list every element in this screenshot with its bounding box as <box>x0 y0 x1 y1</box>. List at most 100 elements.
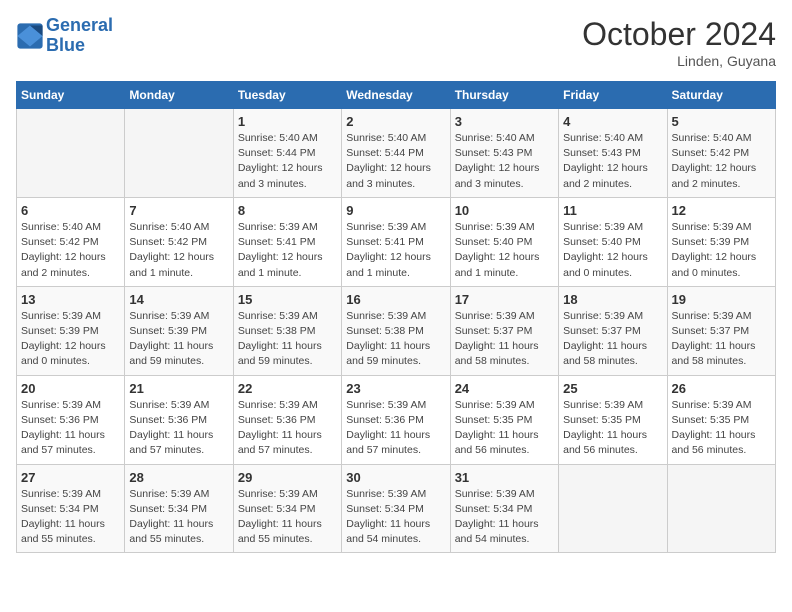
day-detail: Sunrise: 5:40 AM Sunset: 5:42 PM Dayligh… <box>672 131 771 192</box>
weekday-header-monday: Monday <box>125 82 233 109</box>
day-detail: Sunrise: 5:39 AM Sunset: 5:36 PM Dayligh… <box>129 398 228 459</box>
calendar-cell: 14 Sunrise: 5:39 AM Sunset: 5:39 PM Dayli… <box>125 286 233 375</box>
day-detail: Sunrise: 5:39 AM Sunset: 5:41 PM Dayligh… <box>346 220 445 281</box>
weekday-header-friday: Friday <box>559 82 667 109</box>
calendar-cell: 17 Sunrise: 5:39 AM Sunset: 5:37 PM Dayli… <box>450 286 558 375</box>
day-number: 26 <box>672 381 771 396</box>
day-detail: Sunrise: 5:39 AM Sunset: 5:34 PM Dayligh… <box>129 487 228 548</box>
day-number: 3 <box>455 114 554 129</box>
day-detail: Sunrise: 5:39 AM Sunset: 5:37 PM Dayligh… <box>672 309 771 370</box>
day-detail: Sunrise: 5:39 AM Sunset: 5:34 PM Dayligh… <box>21 487 120 548</box>
day-detail: Sunrise: 5:39 AM Sunset: 5:35 PM Dayligh… <box>563 398 662 459</box>
calendar-body: 1 Sunrise: 5:40 AM Sunset: 5:44 PM Daylig… <box>17 109 776 553</box>
day-number: 24 <box>455 381 554 396</box>
day-number: 23 <box>346 381 445 396</box>
calendar-cell: 15 Sunrise: 5:39 AM Sunset: 5:38 PM Dayli… <box>233 286 341 375</box>
calendar-week-2: 13 Sunrise: 5:39 AM Sunset: 5:39 PM Dayli… <box>17 286 776 375</box>
calendar-cell: 10Sunrise: 5:39 AM Sunset: 5:40 PM Dayli… <box>450 197 558 286</box>
day-detail: Sunrise: 5:39 AM Sunset: 5:35 PM Dayligh… <box>455 398 554 459</box>
calendar-cell: 16Sunrise: 5:39 AM Sunset: 5:38 PM Dayli… <box>342 286 450 375</box>
day-detail: Sunrise: 5:40 AM Sunset: 5:44 PM Dayligh… <box>346 131 445 192</box>
day-number: 13 <box>21 292 120 307</box>
day-number: 2 <box>346 114 445 129</box>
day-detail: Sunrise: 5:39 AM Sunset: 5:34 PM Dayligh… <box>455 487 554 548</box>
logo-text: General Blue <box>46 16 113 56</box>
day-number: 27 <box>21 470 120 485</box>
calendar-cell <box>17 109 125 198</box>
calendar-cell: 1 Sunrise: 5:40 AM Sunset: 5:44 PM Daylig… <box>233 109 341 198</box>
calendar-cell: 28Sunrise: 5:39 AM Sunset: 5:34 PM Dayli… <box>125 464 233 553</box>
calendar-cell: 7Sunrise: 5:40 AM Sunset: 5:42 PM Daylig… <box>125 197 233 286</box>
weekday-header-tuesday: Tuesday <box>233 82 341 109</box>
calendar-cell: 6Sunrise: 5:40 AM Sunset: 5:42 PM Daylig… <box>17 197 125 286</box>
calendar-week-3: 20Sunrise: 5:39 AM Sunset: 5:36 PM Dayli… <box>17 375 776 464</box>
day-number: 19 <box>672 292 771 307</box>
calendar-cell: 2 Sunrise: 5:40 AM Sunset: 5:44 PM Daylig… <box>342 109 450 198</box>
calendar-cell: 19 Sunrise: 5:39 AM Sunset: 5:37 PM Dayli… <box>667 286 775 375</box>
day-number: 1 <box>238 114 337 129</box>
calendar-cell: 31 Sunrise: 5:39 AM Sunset: 5:34 PM Dayli… <box>450 464 558 553</box>
calendar-cell: 3Sunrise: 5:40 AM Sunset: 5:43 PM Daylig… <box>450 109 558 198</box>
day-number: 31 <box>455 470 554 485</box>
calendar-cell: 18 Sunrise: 5:39 AM Sunset: 5:37 PM Dayli… <box>559 286 667 375</box>
calendar-cell: 27 Sunrise: 5:39 AM Sunset: 5:34 PM Dayli… <box>17 464 125 553</box>
weekday-header-saturday: Saturday <box>667 82 775 109</box>
logo: General Blue <box>16 16 113 56</box>
calendar-cell: 11Sunrise: 5:39 AM Sunset: 5:40 PM Dayli… <box>559 197 667 286</box>
day-detail: Sunrise: 5:39 AM Sunset: 5:38 PM Dayligh… <box>346 309 445 370</box>
weekday-header-sunday: Sunday <box>17 82 125 109</box>
day-detail: Sunrise: 5:39 AM Sunset: 5:39 PM Dayligh… <box>672 220 771 281</box>
day-number: 4 <box>563 114 662 129</box>
day-number: 6 <box>21 203 120 218</box>
location-label: Linden, Guyana <box>582 53 776 69</box>
day-number: 15 <box>238 292 337 307</box>
title-area: October 2024 Linden, Guyana <box>582 16 776 69</box>
day-number: 21 <box>129 381 228 396</box>
logo-line2: Blue <box>46 35 85 55</box>
day-detail: Sunrise: 5:39 AM Sunset: 5:39 PM Dayligh… <box>129 309 228 370</box>
calendar-header: SundayMondayTuesdayWednesdayThursdayFrid… <box>17 82 776 109</box>
calendar-cell: 4Sunrise: 5:40 AM Sunset: 5:43 PM Daylig… <box>559 109 667 198</box>
day-number: 29 <box>238 470 337 485</box>
calendar-cell: 13 Sunrise: 5:39 AM Sunset: 5:39 PM Dayli… <box>17 286 125 375</box>
day-detail: Sunrise: 5:39 AM Sunset: 5:36 PM Dayligh… <box>346 398 445 459</box>
page-header: General Blue October 2024 Linden, Guyana <box>16 16 776 69</box>
day-number: 10 <box>455 203 554 218</box>
weekday-header-wednesday: Wednesday <box>342 82 450 109</box>
day-number: 5 <box>672 114 771 129</box>
day-detail: Sunrise: 5:40 AM Sunset: 5:44 PM Dayligh… <box>238 131 337 192</box>
day-number: 8 <box>238 203 337 218</box>
day-number: 17 <box>455 292 554 307</box>
calendar-cell: 23 Sunrise: 5:39 AM Sunset: 5:36 PM Dayli… <box>342 375 450 464</box>
calendar-cell: 26Sunrise: 5:39 AM Sunset: 5:35 PM Dayli… <box>667 375 775 464</box>
day-number: 14 <box>129 292 228 307</box>
calendar-cell <box>559 464 667 553</box>
weekday-header-thursday: Thursday <box>450 82 558 109</box>
day-detail: Sunrise: 5:39 AM Sunset: 5:38 PM Dayligh… <box>238 309 337 370</box>
day-number: 22 <box>238 381 337 396</box>
day-detail: Sunrise: 5:39 AM Sunset: 5:34 PM Dayligh… <box>238 487 337 548</box>
day-number: 25 <box>563 381 662 396</box>
calendar-week-4: 27 Sunrise: 5:39 AM Sunset: 5:34 PM Dayli… <box>17 464 776 553</box>
day-detail: Sunrise: 5:39 AM Sunset: 5:37 PM Dayligh… <box>563 309 662 370</box>
calendar-week-0: 1 Sunrise: 5:40 AM Sunset: 5:44 PM Daylig… <box>17 109 776 198</box>
calendar-cell <box>667 464 775 553</box>
logo-line1: General <box>46 15 113 35</box>
day-detail: Sunrise: 5:39 AM Sunset: 5:36 PM Dayligh… <box>21 398 120 459</box>
month-title: October 2024 <box>582 16 776 53</box>
day-detail: Sunrise: 5:39 AM Sunset: 5:37 PM Dayligh… <box>455 309 554 370</box>
calendar-week-1: 6 Sunrise: 5:40 AM Sunset: 5:42 PM Daylig… <box>17 197 776 286</box>
day-number: 30 <box>346 470 445 485</box>
day-detail: Sunrise: 5:39 AM Sunset: 5:40 PM Dayligh… <box>563 220 662 281</box>
day-detail: Sunrise: 5:40 AM Sunset: 5:42 PM Dayligh… <box>129 220 228 281</box>
calendar-cell: 9Sunrise: 5:39 AM Sunset: 5:41 PM Daylig… <box>342 197 450 286</box>
calendar-cell: 8 Sunrise: 5:39 AM Sunset: 5:41 PM Daylig… <box>233 197 341 286</box>
day-detail: Sunrise: 5:39 AM Sunset: 5:41 PM Dayligh… <box>238 220 337 281</box>
day-number: 18 <box>563 292 662 307</box>
calendar-cell: 5 Sunrise: 5:40 AM Sunset: 5:42 PM Daylig… <box>667 109 775 198</box>
calendar-cell: 29 Sunrise: 5:39 AM Sunset: 5:34 PM Dayli… <box>233 464 341 553</box>
calendar-cell: 22Sunrise: 5:39 AM Sunset: 5:36 PM Dayli… <box>233 375 341 464</box>
day-number: 12 <box>672 203 771 218</box>
day-detail: Sunrise: 5:39 AM Sunset: 5:39 PM Dayligh… <box>21 309 120 370</box>
calendar-cell: 25 Sunrise: 5:39 AM Sunset: 5:35 PM Dayli… <box>559 375 667 464</box>
